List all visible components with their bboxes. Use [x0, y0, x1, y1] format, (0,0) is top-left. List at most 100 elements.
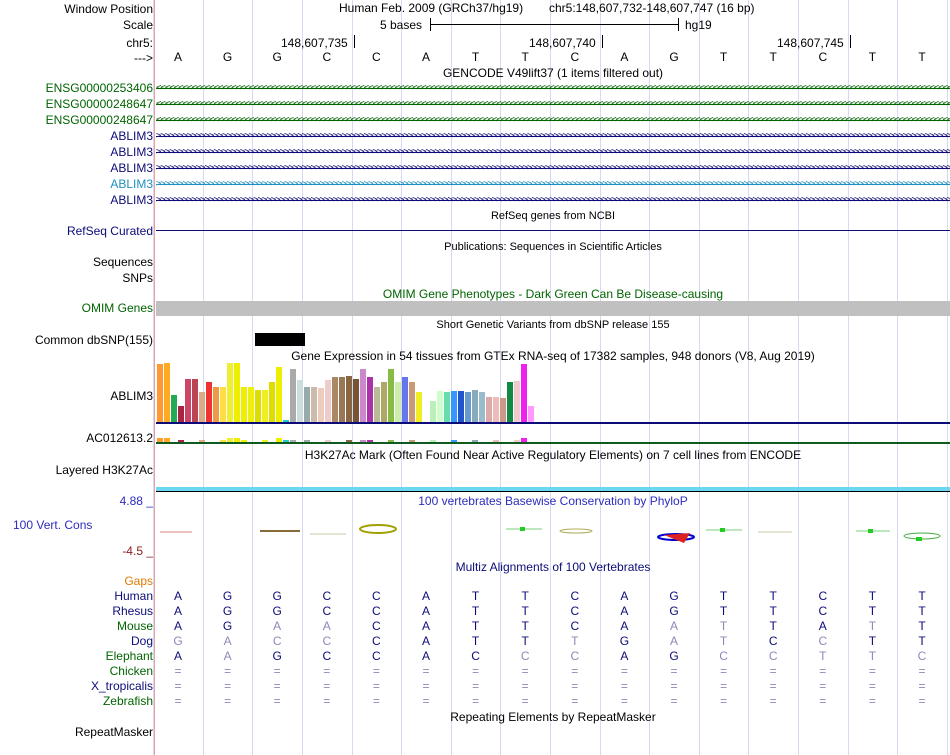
omim-phenotype-bar[interactable]: [156, 301, 950, 316]
species-label-zebrafish[interactable]: Zebrafish: [103, 694, 153, 708]
gtex-tissue-bar[interactable]: [346, 376, 353, 422]
strand-label[interactable]: --->: [134, 51, 153, 65]
species-label-elephant[interactable]: Elephant: [106, 649, 153, 663]
gtex-tissue-bar[interactable]: [444, 392, 451, 422]
gtex-tissue-bar[interactable]: [479, 392, 486, 422]
gtex-tissue-bar[interactable]: [528, 406, 535, 422]
gtex-tissue-bar[interactable]: [269, 382, 276, 422]
gencode-track-label[interactable]: ENSG00000253406: [46, 81, 153, 95]
gencode-track-title: GENCODE V49lift37 (1 items filtered out): [442, 66, 664, 80]
conservation-track-label[interactable]: 100 Vert. Cons: [13, 518, 92, 532]
gtex-tissue-bar[interactable]: [472, 390, 479, 422]
gtex-tissue-bar[interactable]: [199, 392, 206, 422]
aligned-base: T: [521, 619, 529, 633]
species-label-rhesus[interactable]: Rhesus: [112, 604, 153, 618]
gtex-tissue-bar[interactable]: [507, 382, 514, 422]
gtex-tissue-bar[interactable]: [192, 379, 199, 422]
gtex-tissue-bar[interactable]: [213, 387, 220, 422]
gtex-tissue-bar[interactable]: [206, 382, 213, 422]
aligned-base: C: [570, 619, 580, 633]
species-label-dog[interactable]: Dog: [131, 634, 153, 648]
gtex-tissue-bar[interactable]: [500, 398, 507, 422]
aligned-base: A: [620, 619, 629, 633]
gtex-tissue-bar[interactable]: [318, 388, 325, 422]
sequences-track-label[interactable]: Sequences: [93, 255, 153, 269]
gtex-gene-label-ac012613[interactable]: AC012613.2: [86, 431, 153, 445]
gtex-tissue-bar[interactable]: [178, 406, 185, 422]
gtex-tissue-bar[interactable]: [367, 377, 374, 422]
species-label-chicken[interactable]: Chicken: [110, 664, 153, 678]
gtex-tissue-bar[interactable]: [297, 380, 304, 422]
gtex-tissue-bar[interactable]: [325, 380, 332, 422]
gtex-tissue-bar[interactable]: [521, 364, 528, 422]
gtex-tissue-bar[interactable]: [388, 369, 395, 422]
species-label-x-tropicalis[interactable]: X_tropicalis: [91, 679, 153, 693]
gtex-tissue-bar[interactable]: [486, 397, 493, 422]
gtex-tissue-bar[interactable]: [514, 381, 521, 422]
gtex-tissue-bar[interactable]: [437, 391, 444, 422]
gtex-tissue-bar[interactable]: [395, 382, 402, 422]
gtex-tissue-bar[interactable]: [164, 363, 171, 422]
aligned-base: =: [670, 694, 678, 708]
gtex-tissue-bar[interactable]: [416, 392, 423, 422]
gtex-tissue-bar[interactable]: [374, 387, 381, 422]
refseq-track-label[interactable]: RefSeq Curated: [67, 224, 153, 238]
alignment-row: AAGCCACCCAGCCTTC: [156, 649, 950, 663]
gtex-tissue-bar[interactable]: [255, 390, 262, 422]
window-position-label[interactable]: Window Position: [64, 2, 153, 16]
gtex-tissue-bar[interactable]: [360, 369, 367, 422]
gtex-tissue-bar[interactable]: [493, 397, 500, 422]
aligned-base: A: [173, 604, 183, 618]
gtex-gene-label-ablim3[interactable]: ABLIM3: [110, 389, 153, 403]
gencode-track-label[interactable]: ABLIM3: [110, 145, 153, 159]
gtex-tissue-bar[interactable]: [458, 391, 465, 422]
gtex-tissue-bar[interactable]: [451, 391, 458, 422]
gtex-tissue-bar[interactable]: [465, 392, 472, 422]
species-label-mouse[interactable]: Mouse: [117, 619, 153, 633]
refseq-gene-line[interactable]: [156, 230, 950, 231]
repeatmasker-track-label[interactable]: RepeatMasker: [75, 725, 153, 739]
gtex-tissue-bar[interactable]: [241, 387, 248, 422]
omim-track-label[interactable]: OMIM Genes: [82, 301, 153, 315]
h3k27ac-track-label[interactable]: Layered H3K27Ac: [56, 463, 153, 477]
gencode-track-label[interactable]: ABLIM3: [110, 177, 153, 191]
gtex-tissue-bar[interactable]: [332, 377, 339, 422]
gtex-tissue-bar[interactable]: [304, 387, 311, 422]
gtex-expression-bars[interactable]: [156, 363, 536, 422]
gencode-track-label[interactable]: ENSG00000248647: [46, 113, 153, 127]
gencode-track-label[interactable]: ABLIM3: [110, 129, 153, 143]
gtex-tissue-bar[interactable]: [381, 382, 388, 422]
gtex-tissue-bar[interactable]: [290, 369, 297, 422]
snp-variant-block[interactable]: [255, 333, 305, 346]
conservation-mark: [359, 524, 397, 534]
gtex-tissue-bar[interactable]: [248, 387, 255, 422]
chromosome-label[interactable]: chr5:: [126, 36, 153, 50]
gtex-tissue-bar[interactable]: [430, 401, 437, 422]
gtex-tissue-bar[interactable]: [423, 366, 430, 422]
gtex-tissue-bar[interactable]: [157, 364, 164, 422]
coordinate-tick-label: 148,607,745: [777, 36, 844, 50]
gtex-tissue-bar[interactable]: [171, 395, 178, 422]
gencode-track-label[interactable]: ENSG00000248647: [46, 97, 153, 111]
snps-track-label[interactable]: SNPs: [122, 271, 153, 285]
dbsnp-track-label[interactable]: Common dbSNP(155): [35, 333, 153, 347]
gaps-label[interactable]: Gaps: [124, 574, 153, 588]
gtex-tissue-bar[interactable]: [311, 387, 318, 422]
gtex-tissue-bar[interactable]: [409, 382, 416, 422]
gtex-tissue-bar[interactable]: [227, 363, 234, 422]
aligned-base: C: [372, 619, 381, 633]
aligned-base: T: [471, 634, 480, 648]
species-label-human[interactable]: Human: [114, 589, 153, 603]
conservation-plot[interactable]: [156, 515, 950, 550]
gtex-tissue-bar[interactable]: [262, 390, 269, 422]
gtex-tissue-bar[interactable]: [220, 387, 227, 422]
gtex-tissue-bar[interactable]: [276, 367, 283, 422]
gencode-track-label[interactable]: ABLIM3: [110, 193, 153, 207]
gencode-track-label[interactable]: ABLIM3: [110, 161, 153, 175]
gtex-tissue-bar[interactable]: [185, 379, 192, 422]
scale-label[interactable]: Scale: [123, 18, 153, 32]
gtex-tissue-bar[interactable]: [339, 377, 346, 422]
gtex-tissue-bar[interactable]: [353, 379, 360, 422]
gtex-tissue-bar[interactable]: [402, 377, 409, 422]
gtex-tissue-bar[interactable]: [234, 363, 241, 422]
